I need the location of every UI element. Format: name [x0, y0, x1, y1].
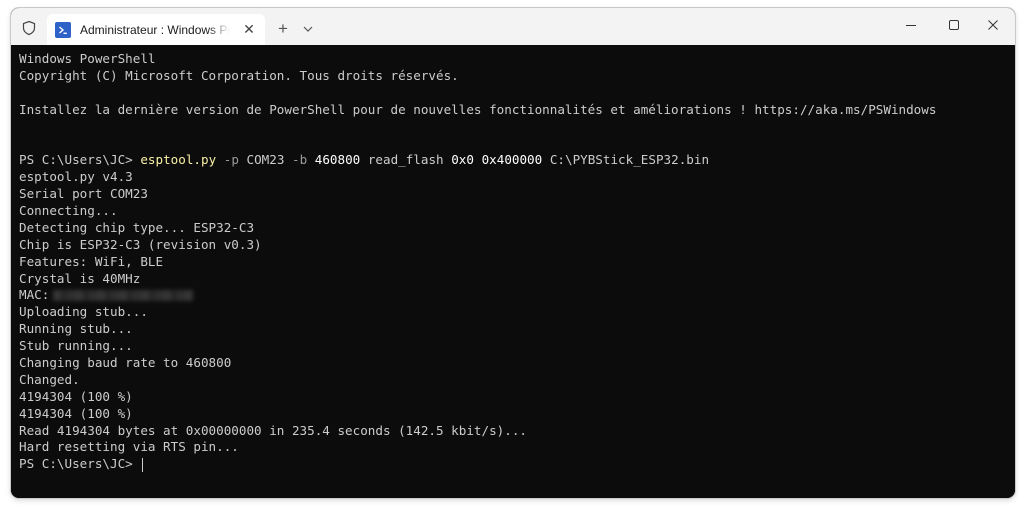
terminal-line: esptool.py v4.3 [19, 169, 133, 185]
command-arg: read_flash [360, 152, 444, 168]
terminal-line: 4194304 (100 %) [19, 405, 133, 421]
new-tab-button[interactable]: + [273, 19, 293, 38]
command-arg: 0x400000 [473, 152, 543, 168]
terminal-line: Copyright (C) Microsoft Corporation. Tou… [19, 67, 459, 83]
command-arg: 0x0 [443, 152, 474, 168]
terminal-window: Administrateur : Windows PowerShell ✕ + … [11, 8, 1015, 498]
terminal-line: Crystal is 40MHz [19, 270, 141, 286]
redacted-mac-address [53, 290, 194, 302]
terminal-line: Uploading stub... [19, 304, 148, 320]
command-arg: 460800 [307, 152, 361, 168]
terminal-line: Installez la dernière version de PowerSh… [19, 101, 937, 117]
tab-title: Administrateur : Windows PowerShell [80, 22, 230, 37]
command-name: esptool.py [140, 152, 217, 168]
terminal-line: Hard resetting via RTS pin... [19, 439, 239, 455]
terminal-line: Detecting chip type... ESP32-C3 [19, 219, 255, 235]
terminal-line: Features: WiFi, BLE [19, 253, 164, 269]
terminal-line: Connecting... [19, 203, 118, 219]
command-line: PS C:\Users\JC> esptool.py -p COM23 -b 4… [19, 152, 1015, 169]
terminal-line: Stub running... [19, 338, 133, 354]
terminal-line: Windows PowerShell [19, 51, 156, 66]
tab-close-icon[interactable]: ✕ [241, 21, 257, 37]
chevron-down-icon[interactable] [301, 21, 315, 37]
minimize-button[interactable] [888, 8, 934, 42]
terminal-line: Serial port COM23 [19, 186, 148, 202]
mac-line: MAC: [19, 287, 1015, 304]
prompt: PS C:\Users\JC> [19, 456, 141, 472]
powershell-icon [55, 21, 71, 38]
command-flag: -p [216, 152, 239, 168]
command-arg: C:\PYBStick_ESP32.bin [542, 152, 710, 168]
shield-icon [21, 20, 37, 36]
prompt: PS C:\Users\JC> [19, 152, 141, 168]
terminal-line: Read 4194304 bytes at 0x00000000 in 235.… [19, 422, 527, 438]
text-cursor [142, 457, 144, 472]
terminal-line: Chip is ESP32-C3 (revision v0.3) [19, 236, 262, 252]
close-button[interactable] [970, 8, 1015, 42]
command-arg: COM23 [238, 152, 285, 168]
command-flag: -b [284, 152, 308, 168]
title-bar[interactable]: Administrateur : Windows PowerShell ✕ + [11, 8, 1015, 45]
mac-label: MAC: [19, 287, 50, 303]
tab-powershell[interactable]: Administrateur : Windows PowerShell ✕ [47, 14, 265, 45]
terminal-line: 4194304 (100 %) [19, 388, 133, 404]
terminal-line: Changed. [19, 371, 80, 387]
terminal-line: Changing baud rate to 460800 [19, 355, 232, 371]
terminal-line: Running stub... [19, 321, 133, 337]
prompt-line[interactable]: PS C:\Users\JC> [19, 456, 1015, 473]
terminal-output[interactable]: Windows PowerShell Copyright (C) Microso… [11, 45, 1015, 498]
